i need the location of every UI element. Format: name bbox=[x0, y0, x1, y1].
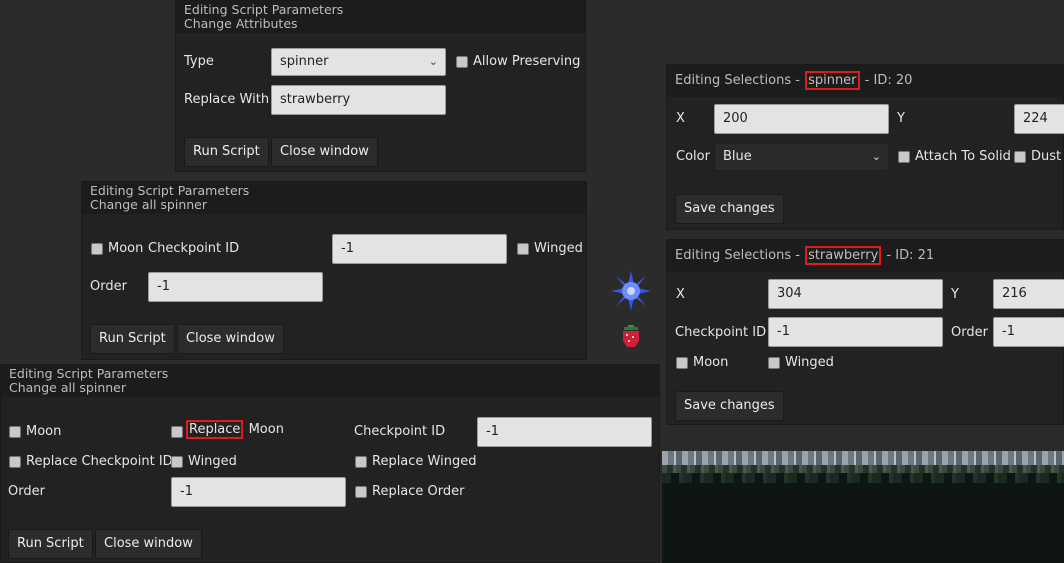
close-window-button[interactable]: Close window bbox=[271, 137, 378, 167]
allow-preserving-checkbox[interactable] bbox=[456, 56, 468, 68]
chevron-down-icon: ⌄ bbox=[871, 150, 881, 163]
spinner-sprite-icon[interactable] bbox=[611, 271, 651, 311]
moon-checkbox[interactable] bbox=[676, 357, 688, 369]
checkpoint-id-label: Checkpoint ID bbox=[148, 241, 240, 256]
save-changes-button[interactable]: Save changes bbox=[675, 391, 784, 421]
editing-selections-spinner-window: Editing Selections - spinner - ID: 20 X … bbox=[666, 64, 1064, 230]
replace-order-checkbox[interactable] bbox=[355, 486, 367, 498]
change-all-spinner-replace-window: Editing Script Parameters Change all spi… bbox=[0, 364, 660, 563]
moon-label: Moon bbox=[26, 424, 62, 439]
checkpoint-id-input[interactable]: -1 bbox=[768, 317, 943, 347]
entity-name-highlight: strawberry bbox=[805, 246, 882, 265]
order-input[interactable]: -1 bbox=[148, 272, 323, 302]
window-title[interactable]: Editing Script Parameters Change Attribu… bbox=[176, 1, 585, 33]
close-window-button[interactable]: Close window bbox=[177, 324, 284, 354]
attach-to-solid-checkbox[interactable] bbox=[898, 151, 910, 163]
type-label: Type bbox=[184, 54, 214, 69]
attach-to-solid-label: Attach To Solid bbox=[915, 149, 1011, 164]
color-select[interactable]: Blue ⌄ bbox=[714, 143, 889, 171]
window-title[interactable]: Editing Script Parameters Change all spi… bbox=[82, 182, 586, 214]
order-input[interactable]: -1 bbox=[171, 477, 346, 507]
winged-label: Winged bbox=[534, 241, 583, 256]
run-script-button[interactable]: Run Script bbox=[8, 529, 93, 559]
order-label: Order bbox=[951, 325, 988, 340]
y-input[interactable]: 216 bbox=[993, 279, 1064, 309]
checkpoint-id-label: Checkpoint ID bbox=[354, 424, 446, 439]
checkpoint-id-label: Checkpoint ID bbox=[675, 325, 767, 340]
save-changes-button[interactable]: Save changes bbox=[675, 194, 784, 224]
allow-preserving-label: Allow Preserving bbox=[473, 54, 581, 69]
x-label: X bbox=[676, 111, 685, 126]
chevron-down-icon: ⌄ bbox=[428, 55, 438, 68]
y-input[interactable]: 224 bbox=[1014, 104, 1064, 134]
change-attributes-window: Editing Script Parameters Change Attribu… bbox=[175, 0, 586, 172]
y-label: Y bbox=[897, 111, 905, 126]
editing-selections-strawberry-window: Editing Selections - strawberry - ID: 21… bbox=[666, 239, 1064, 425]
winged-checkbox[interactable] bbox=[517, 243, 529, 255]
winged-label: Winged bbox=[188, 454, 237, 469]
window-title[interactable]: Editing Selections - spinner - ID: 20 bbox=[667, 65, 1063, 97]
replace-moon-label: Replace Moon bbox=[185, 418, 284, 442]
color-label: Color bbox=[676, 149, 710, 164]
strawberry-sprite-icon[interactable] bbox=[621, 325, 641, 351]
window-title[interactable]: Editing Script Parameters Change all spi… bbox=[1, 365, 659, 397]
type-select[interactable]: spinner ⌄ bbox=[271, 48, 446, 76]
order-input[interactable]: -1 bbox=[993, 317, 1064, 347]
checkpoint-id-input[interactable]: -1 bbox=[477, 417, 652, 447]
moon-label: Moon bbox=[108, 241, 144, 256]
change-all-spinner-window: Editing Script Parameters Change all spi… bbox=[81, 181, 587, 360]
y-label: Y bbox=[951, 287, 959, 302]
replace-winged-checkbox[interactable] bbox=[355, 456, 367, 468]
close-window-button[interactable]: Close window bbox=[95, 529, 202, 559]
replace-winged-label: Replace Winged bbox=[372, 454, 477, 469]
run-script-button[interactable]: Run Script bbox=[184, 137, 269, 167]
winged-label: Winged bbox=[785, 355, 834, 370]
run-script-button[interactable]: Run Script bbox=[90, 324, 175, 354]
replace-highlight: Replace bbox=[186, 420, 244, 439]
replace-with-input[interactable]: strawberry bbox=[271, 85, 446, 115]
window-title[interactable]: Editing Selections - strawberry - ID: 21 bbox=[667, 240, 1063, 272]
moon-label: Moon bbox=[693, 355, 729, 370]
replace-with-label: Replace With bbox=[184, 92, 270, 107]
replace-checkpoint-id-checkbox[interactable] bbox=[9, 456, 21, 468]
checkpoint-id-input[interactable]: -1 bbox=[332, 234, 507, 264]
moon-checkbox[interactable] bbox=[9, 426, 21, 438]
x-label: X bbox=[676, 287, 685, 302]
order-label: Order bbox=[90, 279, 127, 294]
replace-checkpoint-id-label: Replace Checkpoint ID bbox=[26, 454, 173, 469]
entity-name-highlight: spinner bbox=[805, 71, 860, 90]
winged-checkbox[interactable] bbox=[171, 456, 183, 468]
winged-checkbox[interactable] bbox=[768, 357, 780, 369]
replace-moon-checkbox[interactable] bbox=[171, 426, 183, 438]
order-label: Order bbox=[8, 484, 45, 499]
moon-checkbox[interactable] bbox=[91, 243, 103, 255]
x-input[interactable]: 304 bbox=[768, 279, 943, 309]
x-input[interactable]: 200 bbox=[714, 104, 889, 134]
replace-order-label: Replace Order bbox=[372, 484, 465, 499]
dust-checkbox[interactable] bbox=[1014, 151, 1026, 163]
level-ground-tiles bbox=[662, 451, 1064, 563]
dust-label: Dust bbox=[1031, 149, 1062, 164]
